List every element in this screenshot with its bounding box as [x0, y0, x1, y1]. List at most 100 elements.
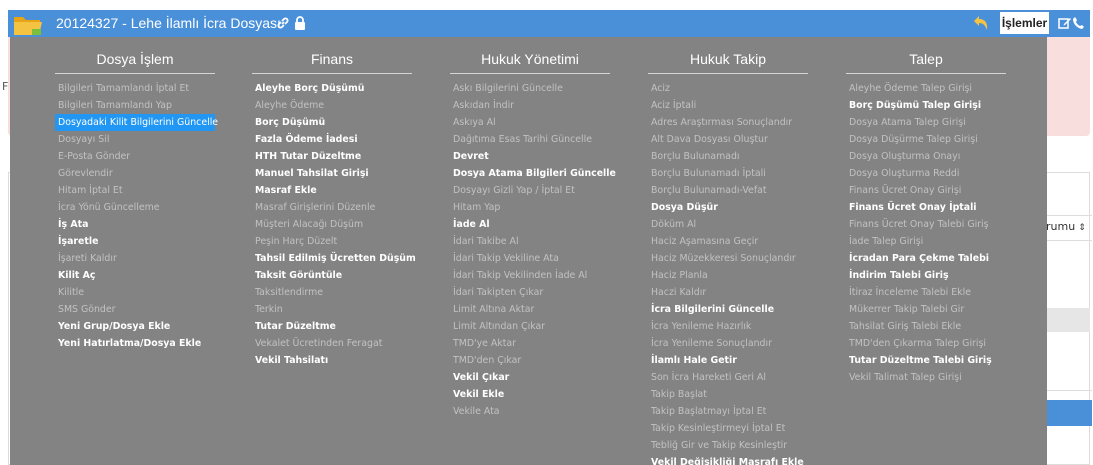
menu-item: İade Talep Girişi: [849, 236, 924, 247]
menu-item: Askıya Al: [453, 117, 496, 128]
menu-item: Bilgileri Tamamlandı Yap: [58, 100, 172, 111]
menu-item[interactable]: İcra Bilgilerini Güncelle: [648, 301, 808, 318]
islemler-menu-button[interactable]: İşlemler: [1000, 12, 1049, 34]
menu-column-title: Talep: [846, 51, 1006, 74]
menu-item[interactable]: Vekil Ekle: [450, 386, 610, 403]
divider: [1040, 240, 1092, 241]
menu-item: Adres Araştırması Sonuçlandır: [651, 117, 793, 128]
column-header-fragment[interactable]: rumu ⇕: [1046, 220, 1086, 233]
menu-item[interactable]: Dosyadaki Kilit Bilgilerini Güncelle: [55, 114, 218, 131]
divider: [1040, 215, 1092, 216]
menu-item: TMD'den Çıkarma Talep Girişi: [849, 338, 986, 349]
menu-column-title: Finans: [252, 51, 412, 74]
menu-item: TMD'den Çıkar: [453, 355, 522, 366]
menu-item: Terkin: [255, 304, 283, 315]
menu-item: Dağıtıma Esas Tarihi Güncelle: [453, 134, 593, 145]
menu-item: Dosya Oluşturma Onayı: [849, 151, 961, 162]
menu-item: Dosya Atama Talep Girişi: [849, 117, 966, 128]
menu-item: Kilitle: [58, 287, 85, 298]
column-header-label: rumu: [1046, 220, 1076, 233]
menu-item: Haciz Müzekkeresi Sonuçlandır: [651, 253, 796, 264]
menu-item: Aleyhe Ödeme: [255, 100, 325, 111]
islemler-dropdown-menu: Dosya İşlem Bilgileri Tamamlandı İptal Et…: [10, 37, 1047, 465]
menu-column-title: Hukuk Takip: [648, 51, 808, 74]
menu-item[interactable]: Devret: [450, 148, 610, 165]
menu-item[interactable]: Fazla Ödeme İadesi: [252, 131, 412, 148]
menu-column: Hukuk Yönetimi Askı Bilgilerini Güncelle A…: [450, 51, 616, 420]
menu-item: Dosya Oluşturma Reddi: [849, 168, 960, 179]
link-icon[interactable]: [276, 16, 290, 30]
menu-item[interactable]: İade Al: [450, 216, 610, 233]
menu-item: İdari Takip Vekiline Ata: [453, 253, 559, 264]
menu-item[interactable]: İcradan Para Çekme Talebi: [846, 250, 1006, 267]
sort-icon: ⇕: [1078, 223, 1086, 233]
menu-item[interactable]: Yeni Hatırlatma/Dosya Ekle: [55, 335, 215, 352]
menu-item: Tebliğ Gir ve Takip Kesinleştir: [651, 440, 788, 451]
menu-column: Dosya İşlem Bilgileri Tamamlandı İptal Et…: [55, 51, 218, 352]
undo-icon[interactable]: [972, 14, 990, 32]
menu-item: Haciz Aşamasına Geçir: [651, 236, 759, 247]
menu-item[interactable]: Vekil Çıkar: [450, 369, 610, 386]
menu-item: Borçlu Bulunamadı-Vefat: [651, 185, 767, 196]
menu-item: Alt Dava Dosyası Oluştur: [651, 134, 768, 145]
menu-item: Limit Altından Çıkar: [453, 321, 546, 332]
menu-item: Dosyayı Sil: [58, 134, 110, 145]
menu-item[interactable]: Masraf Ekle: [252, 182, 412, 199]
menu-item[interactable]: Dosya Düşür: [648, 199, 808, 216]
menu-item: İdari Takip Vekilinden İade Al: [453, 270, 588, 281]
menu-item: Haciz Planla: [651, 270, 708, 281]
menu-item[interactable]: Tahsil Edilmiş Ücretten Düşüm: [252, 250, 416, 267]
menu-item[interactable]: Manuel Tahsilat Girişi: [252, 165, 412, 182]
menu-item[interactable]: HTH Tutar Düzeltme: [252, 148, 412, 165]
menu-item[interactable]: Finans Ücret Onay İptali: [846, 199, 1006, 216]
menu-column: Talep Aleyhe Ödeme Talep Girişi Borç Düşüm…: [846, 51, 1006, 386]
menu-item[interactable]: İş Ata: [55, 216, 215, 233]
menu-item: Aleyhe Ödeme Talep Girişi: [849, 83, 973, 94]
menu-item: SMS Gönder: [58, 304, 116, 315]
menu-item: Son İcra Hareketi Geri Al: [651, 372, 766, 383]
menu-item: Aciz İptali: [651, 100, 697, 111]
menu-item[interactable]: Yeni Grup/Dosya Ekle: [55, 318, 215, 335]
menu-item: İtiraz İnceleme Talebi Ekle: [849, 287, 971, 298]
menu-item[interactable]: İndirim Talebi Giriş: [846, 267, 1006, 284]
menu-item[interactable]: Tutar Düzeltme Talebi Giriş: [846, 352, 1006, 369]
menu-item: Görevlendir: [58, 168, 113, 179]
menu-item[interactable]: İlamlı Hale Getir: [648, 352, 808, 369]
menu-item: İcra Yönü Güncelleme: [58, 202, 160, 213]
menu-item: İşareti Kaldır: [58, 253, 117, 264]
divider: [1040, 390, 1092, 391]
menu-item[interactable]: Tutar Düzeltme: [252, 318, 412, 335]
menu-item: E-Posta Gönder: [58, 151, 131, 162]
menu-item: Peşin Harç Düzelt: [255, 236, 338, 247]
blue-band: [1040, 400, 1092, 426]
menu-item: Finans Ücret Onay Talebi Giriş: [849, 219, 989, 230]
menu-item: TMD'ye Aktar: [453, 338, 517, 349]
edit-icon[interactable]: [1058, 16, 1072, 30]
menu-item: İdari Takibe Al: [453, 236, 519, 247]
menu-item[interactable]: Borç Düşümü: [252, 114, 412, 131]
menu-item: Müşteri Alacağı Düşüm: [255, 219, 364, 230]
phone-icon[interactable]: [1072, 16, 1085, 30]
menu-item[interactable]: Aleyhe Borç Düşümü: [252, 80, 412, 97]
menu-column: Hukuk Takip Aciz Aciz İptali Adres Araştırm…: [648, 51, 808, 465]
menu-item[interactable]: İşaretle: [55, 233, 215, 250]
menu-item: Aciz: [651, 83, 670, 94]
menu-item: Masraf Girişlerini Düzenle: [255, 202, 376, 213]
menu-item: Askıdan İndir: [453, 100, 515, 111]
menu-item: Borçlu Bulunamadı: [651, 151, 740, 162]
menu-item[interactable]: Taksit Görüntüle: [252, 267, 412, 284]
menu-item[interactable]: Vekil Değişikliği Masrafı Ekle: [648, 454, 808, 465]
menu-item[interactable]: Borç Düşümü Talep Girişi: [846, 97, 1006, 114]
menu-item[interactable]: Dosya Atama Bilgileri Güncelle: [450, 165, 616, 182]
menu-item[interactable]: Kilit Aç: [55, 267, 215, 284]
menu-item: Finans Ücret Onay Girişi: [849, 185, 962, 196]
menu-item[interactable]: Vekil Tahsilatı: [252, 352, 412, 369]
lock-icon[interactable]: [294, 15, 306, 31]
menu-item: Haczi Kaldır: [651, 287, 707, 298]
alert-text-fragment: F: [2, 80, 9, 93]
menu-item: Vekalet Ücretinden Feragat: [255, 338, 383, 349]
menu-item: İdari Takipten Çıkar: [453, 287, 544, 298]
menu-item: Vekile Ata: [453, 406, 500, 417]
folder-icon: [14, 17, 42, 35]
app-root: F rumu ⇕ 20124327 - Lehe İlamlı İcra Dosy…: [0, 0, 1093, 465]
